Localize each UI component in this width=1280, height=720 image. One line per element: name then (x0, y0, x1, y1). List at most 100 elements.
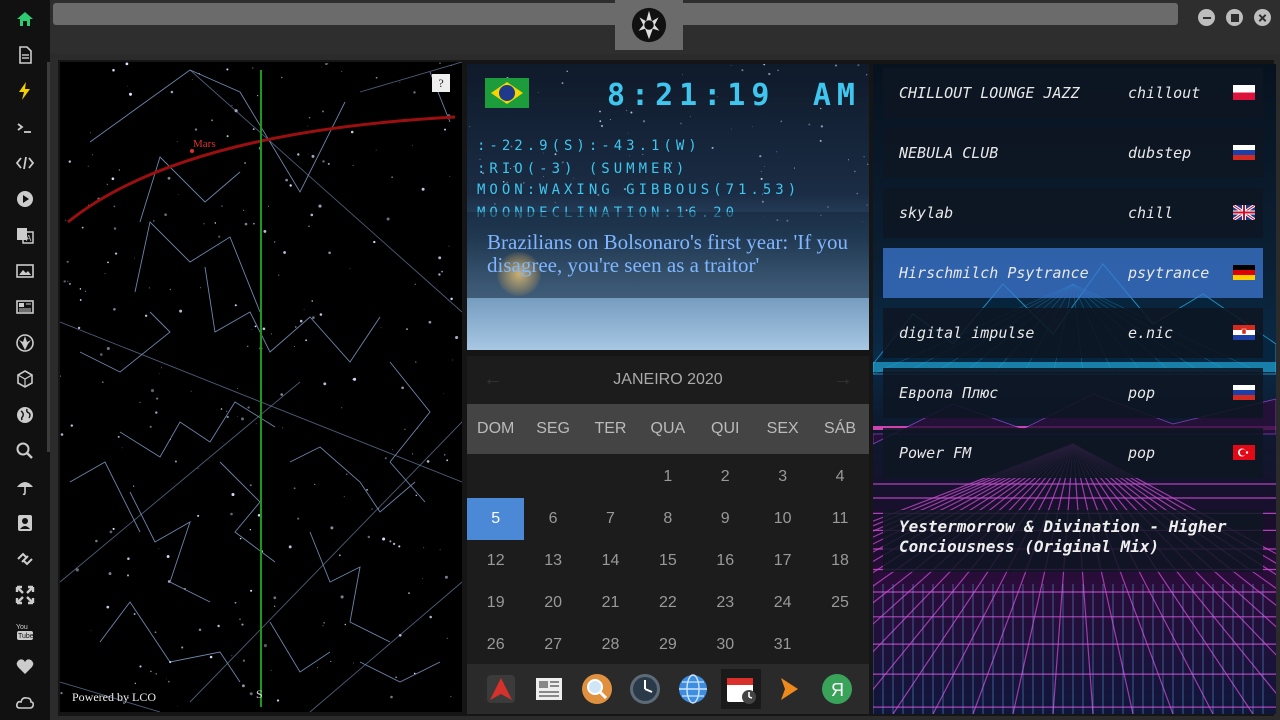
calendar-day[interactable]: 23 (697, 582, 754, 624)
calendar-day[interactable]: 30 (697, 624, 754, 666)
radio-station-item[interactable]: Hirschmilch Psytrance psytrance (883, 248, 1263, 298)
radio-station-item[interactable]: skylab chill (883, 188, 1263, 238)
calendar-day[interactable]: 6 (524, 498, 581, 540)
calendar-day[interactable]: 4 (811, 456, 868, 498)
calendar-day (467, 456, 524, 498)
calendar-day[interactable]: 19 (467, 582, 524, 624)
heart-icon[interactable] (13, 655, 37, 679)
poland-flag-icon (1233, 85, 1255, 100)
calendar-day[interactable]: 27 (524, 624, 581, 666)
svg-text:You: You (16, 624, 28, 631)
contact-icon[interactable] (13, 511, 37, 535)
calendar-day[interactable]: 28 (582, 624, 639, 666)
calendar-day[interactable]: 14 (582, 540, 639, 582)
calendar-day[interactable]: 24 (754, 582, 811, 624)
weekday-label: DOM (477, 420, 515, 437)
calendar-day[interactable]: 25 (811, 582, 868, 624)
calendar-week: 26 27 28 29 30 31 (467, 624, 869, 666)
calendar-day[interactable]: 29 (639, 624, 696, 666)
calendar-day[interactable]: 9 (697, 498, 754, 540)
terminal-icon[interactable] (13, 116, 37, 140)
image-icon[interactable] (13, 259, 37, 283)
svg-text:A: A (26, 234, 32, 243)
radio-station-item[interactable]: CHILLOUT LOUNGE JAZZ chillout (883, 68, 1263, 118)
calendar-day[interactable]: 16 (697, 540, 754, 582)
radio-station-item[interactable]: Power FM pop (883, 428, 1263, 478)
calendar-day[interactable]: 8 (639, 498, 696, 540)
app-sidebar: A You Tube (0, 0, 50, 720)
calendar-week: 19 20 21 22 23 24 25 (467, 582, 869, 624)
calendar-day[interactable]: 26 (467, 624, 524, 666)
help-button[interactable]: ? (432, 74, 450, 92)
croatia-flag-icon (1233, 325, 1255, 340)
news-headline[interactable]: Brazilians on Bolsonaro's first year: 'I… (487, 231, 857, 277)
globe-app-icon[interactable] (673, 669, 713, 709)
next-month-button[interactable]: → (833, 368, 853, 391)
cloud-icon[interactable] (13, 691, 37, 715)
globe-icon[interactable] (13, 403, 37, 427)
play-app-icon[interactable] (769, 669, 809, 709)
logo-tab[interactable] (615, 0, 683, 50)
calendar-day[interactable]: 3 (754, 456, 811, 498)
station-genre: dubstep (1128, 144, 1192, 162)
calendar-day[interactable]: 10 (754, 498, 811, 540)
search-icon[interactable] (13, 439, 37, 463)
calendar-month: JANEIRO 2020 (613, 371, 723, 388)
translate-icon[interactable]: A (13, 223, 37, 247)
russia-flag-icon (1233, 145, 1255, 160)
calendar-app-icon[interactable] (721, 669, 761, 709)
title-bar (50, 0, 1280, 54)
radio-station-item[interactable]: digital impulse e.nic (883, 308, 1263, 358)
maximize-icon[interactable] (1226, 9, 1243, 26)
radio-station-item[interactable]: Европа Плюс pop (883, 368, 1263, 418)
turkey-flag-icon (1233, 445, 1255, 460)
calendar-day[interactable]: 18 (811, 540, 868, 582)
youtube-icon[interactable]: You Tube (13, 619, 37, 643)
prev-month-button[interactable]: ← (483, 368, 503, 391)
arch-icon[interactable] (481, 669, 521, 709)
yandex-icon[interactable]: Я (817, 669, 857, 709)
minimize-icon[interactable] (1198, 9, 1215, 26)
brazil-flag-icon (485, 78, 529, 108)
calendar-day[interactable]: 11 (811, 498, 868, 540)
lightning-icon[interactable] (13, 79, 37, 103)
calendar-day[interactable]: 1 (639, 456, 696, 498)
calendar-day[interactable]: 17 (754, 540, 811, 582)
rebel-icon[interactable] (13, 331, 37, 355)
calendar-day-selected[interactable]: 5 (467, 498, 525, 540)
clock-ampm: AM (812, 78, 861, 113)
coords-text: :-22.9(S):-43.1(W) (477, 138, 701, 154)
station-genre: pop (1128, 444, 1156, 462)
weekday-header: DOM SEG TER QUA QUI SEX SÁB (467, 404, 869, 454)
calendar-day[interactable]: 31 (754, 624, 811, 666)
umbrella-icon[interactable] (13, 475, 37, 499)
weekday-label: QUA (650, 420, 686, 437)
code-icon[interactable] (13, 151, 37, 175)
desktop: A You Tube Mars ? Powered by LCO S 8:21:… (0, 0, 1280, 720)
sky-map[interactable]: Mars ? Powered by LCO S (60, 62, 462, 712)
calendar-day[interactable]: 22 (639, 582, 696, 624)
calendar-day[interactable]: 12 (467, 540, 524, 582)
play-icon[interactable] (13, 187, 37, 211)
close-icon[interactable] (1254, 9, 1271, 26)
calendar-day[interactable]: 21 (582, 582, 639, 624)
sidebar-scrollbar[interactable] (47, 62, 50, 452)
calendar-day[interactable]: 13 (524, 540, 581, 582)
calendar-day[interactable]: 20 (524, 582, 581, 624)
calendar-day[interactable]: 2 (697, 456, 754, 498)
home-icon[interactable] (13, 7, 37, 31)
news-app-icon[interactable] (529, 669, 569, 709)
calendar-day[interactable]: 7 (582, 498, 639, 540)
clock-app-icon[interactable] (625, 669, 665, 709)
radio-panel: CHILLOUT LOUNGE JAZZ chillout NEBULA CLUB d… (873, 64, 1276, 714)
credit-text: Powered by LCO (72, 690, 156, 704)
document-icon[interactable] (13, 43, 37, 67)
search-app-icon[interactable] (577, 669, 617, 709)
calendar-day[interactable]: 15 (639, 540, 696, 582)
planet-label: Mars (193, 138, 216, 150)
expand-icon[interactable] (13, 583, 37, 607)
radio-station-item[interactable]: NEBULA CLUB dubstep (883, 128, 1263, 178)
link-icon[interactable] (13, 547, 37, 571)
newspaper-icon[interactable] (13, 295, 37, 319)
hexagon-icon[interactable] (13, 367, 37, 391)
